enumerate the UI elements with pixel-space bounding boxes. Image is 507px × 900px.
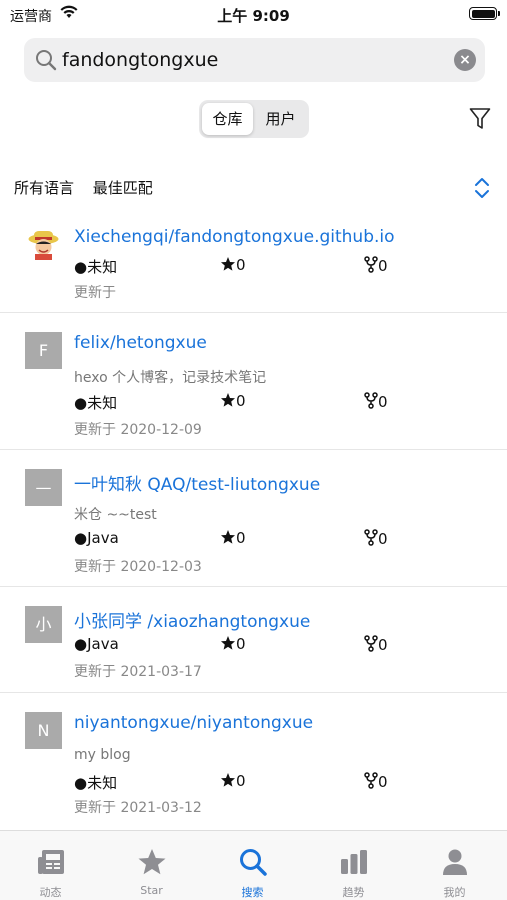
avatar: 小 [25, 606, 62, 643]
tab-label: Star [140, 884, 163, 897]
sort-toggle-icon[interactable] [473, 177, 491, 199]
repo-meta: ●未知 0 0 [74, 772, 404, 792]
repo-stars: 0 [220, 772, 246, 790]
repo-list-item[interactable]: 小 小张同学 /xiaozhangtongxue ●Java 0 0 更新于 2… [0, 587, 507, 693]
fork-count: 0 [378, 636, 388, 654]
fork-count: 0 [378, 773, 388, 791]
star-count: 0 [236, 392, 246, 410]
repo-title[interactable]: Xiechengqi/fandongtongxue.github.io [74, 227, 395, 247]
sort-filter[interactable]: 最佳匹配 [93, 179, 153, 197]
battery-icon [469, 7, 500, 20]
repo-language: ●Java [74, 635, 119, 653]
fork-icon [364, 256, 378, 273]
tab-profile[interactable]: 我的 [404, 831, 505, 900]
repo-updated: 更新于 2020-12-03 [74, 559, 202, 575]
repo-forks: 0 [364, 529, 388, 548]
fork-icon [364, 772, 378, 789]
repo-language: ●未知 [74, 394, 118, 412]
repo-title[interactable]: niyantongxue/niyantongxue [74, 713, 313, 733]
repo-description: hexo 个人博客，记录技术笔记 [74, 370, 267, 386]
fork-icon [364, 635, 378, 652]
star-count: 0 [236, 256, 246, 274]
avatar: — [25, 469, 62, 506]
repo-language: ●未知 [74, 258, 118, 276]
repo-meta: ●未知 0 0 [74, 392, 404, 412]
repo-language: ●Java [74, 529, 119, 547]
star-icon [221, 530, 235, 544]
star-icon [221, 393, 235, 407]
repo-description: 米仓 ~~test [74, 507, 157, 523]
tab-search[interactable]: 搜索 [202, 831, 303, 900]
repo-forks: 0 [364, 256, 388, 275]
star-icon [221, 636, 235, 650]
tab-feed[interactable]: 动态 [0, 831, 101, 900]
repo-updated: 更新于 [74, 285, 116, 301]
tab-trending[interactable]: 趋势 [303, 831, 404, 900]
repo-stars: 0 [220, 529, 246, 547]
repo-list-item[interactable]: N niyantongxue/niyantongxue my blog ●未知 … [0, 693, 507, 830]
repo-meta: ●未知 0 0 [74, 256, 404, 276]
fork-count: 0 [378, 393, 388, 411]
fork-icon [364, 392, 378, 409]
repo-forks: 0 [364, 635, 388, 654]
repo-stars: 0 [220, 635, 246, 653]
avatar: F [25, 332, 62, 369]
repo-stars: 0 [220, 256, 246, 274]
star-icon [221, 773, 235, 787]
tab-label: 动态 [39, 886, 62, 899]
repo-meta: ●Java 0 0 [74, 635, 404, 655]
star-count: 0 [236, 529, 246, 547]
star-icon [221, 257, 235, 271]
repo-language: ●未知 [74, 774, 118, 792]
tab-star[interactable]: Star [101, 831, 202, 900]
avatar [25, 225, 62, 262]
repo-list-item[interactable]: — 一叶知秋 QAQ/test-liutongxue 米仓 ~~test ●Ja… [0, 450, 507, 587]
search-input[interactable]: fandongtongxue [62, 49, 218, 71]
language-filter[interactable]: 所有语言 [14, 179, 74, 197]
repo-title[interactable]: 小张同学 /xiaozhangtongxue [74, 607, 310, 632]
tab-label: 搜索 [241, 886, 264, 899]
repo-list-item[interactable]: Xiechengqi/fandongtongxue.github.io ●未知 … [0, 210, 507, 313]
segment-repositories[interactable]: 仓库 [202, 103, 253, 135]
repo-updated: 更新于 2020-12-09 [74, 422, 202, 438]
star-count: 0 [236, 772, 246, 790]
repo-title[interactable]: 一叶知秋 QAQ/test-liutongxue [74, 470, 320, 495]
status-bar: 运营商 上午 9:09 [0, 0, 507, 28]
clock: 上午 9:09 [217, 7, 290, 25]
newspaper-icon [38, 850, 64, 874]
repo-meta: ●Java 0 0 [74, 529, 404, 549]
repo-title[interactable]: felix/hetongxue [74, 333, 207, 353]
search-icon [240, 849, 267, 876]
repo-updated: 更新于 2021-03-12 [74, 800, 202, 816]
person-icon [443, 849, 467, 875]
star-count: 0 [236, 635, 246, 653]
fork-count: 0 [378, 257, 388, 275]
search-bar[interactable]: fandongtongxue × [24, 38, 485, 82]
repo-description: my blog [74, 747, 131, 763]
type-segmented-control[interactable]: 仓库 用户 [199, 100, 309, 138]
clear-search-icon[interactable]: × [454, 49, 476, 71]
segment-users[interactable]: 用户 [255, 103, 306, 135]
fork-icon [364, 529, 378, 546]
tab-label: 趋势 [342, 886, 365, 899]
tab-label: 我的 [443, 886, 466, 899]
repo-list-item[interactable]: F felix/hetongxue hexo 个人博客，记录技术笔记 ●未知 0… [0, 313, 507, 450]
repo-forks: 0 [364, 772, 388, 791]
repo-updated: 更新于 2021-03-17 [74, 664, 202, 680]
filter-icon[interactable] [469, 107, 491, 131]
fork-count: 0 [378, 530, 388, 548]
search-icon [36, 50, 57, 71]
repo-stars: 0 [220, 392, 246, 410]
repo-forks: 0 [364, 392, 388, 411]
bar-chart-icon [341, 850, 367, 874]
filter-row: 所有语言 最佳匹配 [14, 177, 167, 198]
star-icon [138, 849, 166, 875]
avatar: N [25, 712, 62, 749]
tab-bar: 动态 Star 搜索 趋势 我的 [0, 830, 507, 900]
